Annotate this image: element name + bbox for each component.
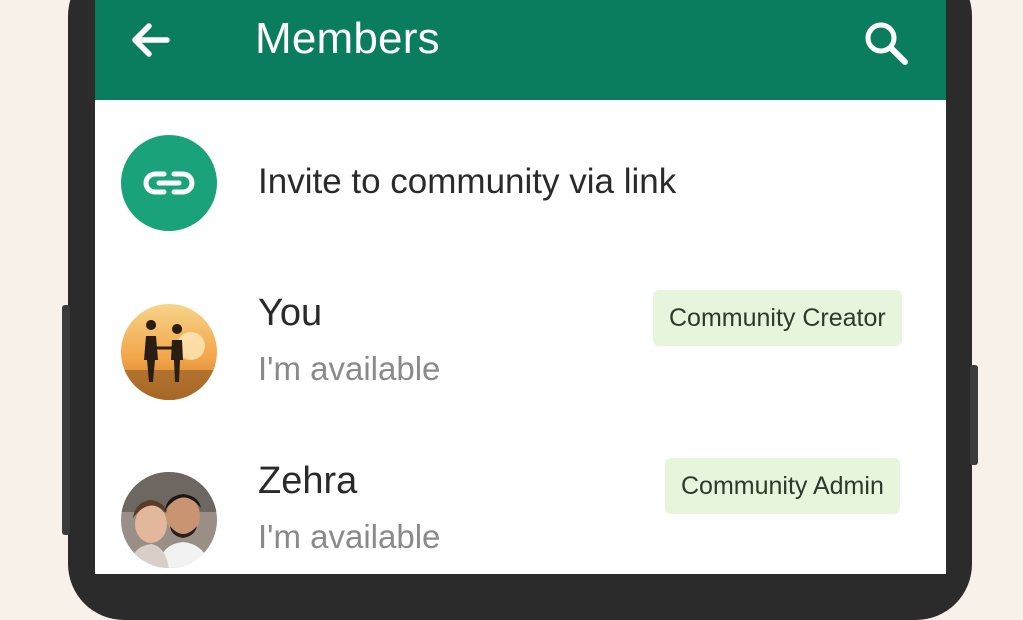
member-status: I'm available: [258, 350, 441, 387]
member-status: I'm available: [258, 518, 441, 555]
search-button[interactable]: [859, 18, 915, 70]
member-row[interactable]: Zehra I'm available Community Admin: [95, 458, 946, 574]
couple-portrait-photo: [121, 472, 217, 568]
phone-side-button-right: [970, 365, 978, 465]
page-title: Members: [255, 14, 440, 63]
role-badge: Community Creator: [653, 290, 902, 346]
invite-label: Invite to community via link: [258, 162, 677, 201]
link-icon: [143, 171, 195, 195]
role-badge: Community Admin: [665, 458, 900, 514]
back-button[interactable]: [123, 20, 179, 60]
avatar[interactable]: [121, 304, 217, 400]
arrow-left-icon: [132, 23, 170, 57]
member-name: You: [258, 292, 323, 334]
search-icon: [865, 22, 908, 65]
app-bar: Members: [95, 0, 946, 100]
member-name: Zehra: [258, 460, 358, 502]
avatar[interactable]: [121, 472, 217, 568]
member-row[interactable]: You I'm available Community Creator: [95, 290, 946, 440]
couple-sunset-photo: [121, 304, 217, 400]
invite-link-button[interactable]: [121, 135, 217, 231]
invite-via-link-row[interactable]: Invite to community via link: [95, 118, 946, 248]
members-screen: Members Invite to community via link You…: [95, 0, 946, 574]
phone-side-button-left: [62, 305, 70, 535]
